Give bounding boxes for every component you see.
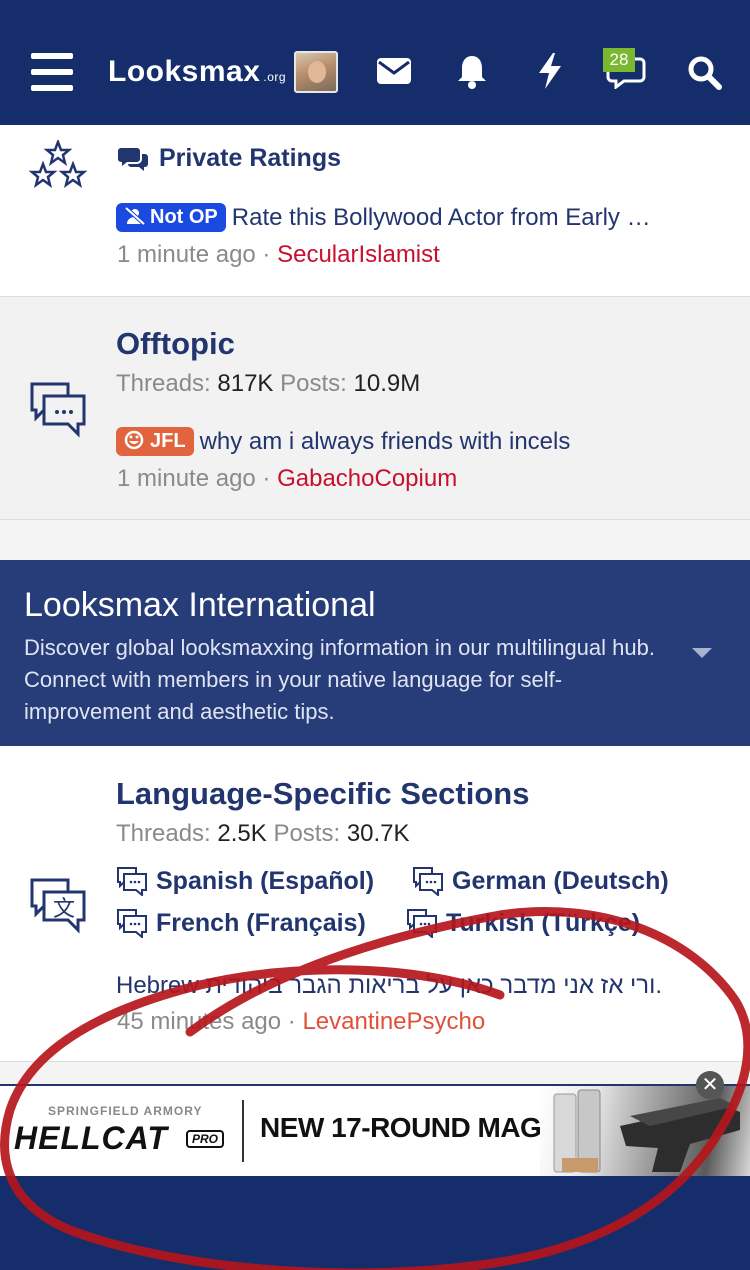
- forum-chat-icon: [413, 867, 443, 896]
- svg-text:文: 文: [53, 897, 75, 922]
- private-ratings-title[interactable]: Private Ratings: [117, 144, 341, 173]
- offtopic-thread-title: why am i always friends with incels: [199, 428, 571, 455]
- category-title[interactable]: Looksmax International: [24, 586, 376, 625]
- user-slash-icon: [124, 206, 146, 226]
- threads-value: 2.5K: [217, 820, 267, 847]
- subforum-label: Turkish (Türkçe): [446, 908, 641, 937]
- not-op-prefix-text: Not OP: [150, 206, 218, 228]
- private-ratings-meta: 1 minute ago · SecularIslamist: [117, 241, 440, 268]
- language-sections-stats: Threads: 2.5K Posts: 30.7K: [116, 820, 410, 848]
- logo-suffix: .org: [263, 70, 287, 84]
- language-sections-user[interactable]: LevantinePsycho: [302, 1008, 485, 1035]
- language-sections-title[interactable]: Language-Specific Sections: [116, 776, 529, 812]
- subforum-label: French (Français): [156, 908, 366, 937]
- language-sections-time: 45 minutes ago: [117, 1008, 282, 1035]
- private-ratings-latest-thread[interactable]: Not OP Rate this Bollywood Actor from Ear…: [116, 203, 651, 232]
- stars-icon: [28, 138, 88, 193]
- threads-label: Threads:: [116, 370, 211, 397]
- category-description: Discover global looksmaxxing information…: [24, 635, 655, 724]
- private-ratings-time: 1 minute ago: [117, 241, 256, 268]
- posts-label: Posts:: [280, 370, 347, 397]
- forum-chat-icon: [117, 867, 147, 896]
- bell-icon[interactable]: [455, 53, 491, 91]
- private-ratings-user[interactable]: SecularIslamist: [277, 241, 440, 268]
- subforum-french[interactable]: French (Français): [116, 908, 366, 938]
- offtopic-meta: 1 minute ago · GabachoCopium: [117, 465, 458, 492]
- ad-brand-pro: PRO: [186, 1130, 225, 1148]
- jfl-prefix-badge: JFL: [116, 427, 194, 456]
- forum-chat-icon: [407, 909, 437, 938]
- forum-chat-icon: [28, 380, 88, 443]
- notification-count-badge: 28: [603, 48, 635, 72]
- language-sections-meta: 45 minutes ago · LevantinePsycho: [117, 1008, 486, 1035]
- offtopic-time: 1 minute ago: [117, 465, 256, 492]
- forum-chat-icon: [117, 909, 147, 938]
- ad-brand-small: SPRINGFIELD ARMORY: [48, 1104, 203, 1118]
- language-sections-latest-thread[interactable]: Hebrew ורי אז אני מדבר כאן על בריאות הגב…: [116, 972, 716, 1000]
- threads-value: 817K: [217, 370, 274, 397]
- offtopic-stats: Threads: 817K Posts: 10.9M: [116, 370, 420, 398]
- posts-value: 10.9M: [353, 370, 421, 397]
- footer-navigation-band: [0, 1176, 750, 1270]
- subforum-spanish[interactable]: Spanish (Español): [116, 866, 374, 896]
- chevron-down-icon[interactable]: [690, 646, 714, 660]
- private-ratings-thread-title: Rate this Bollywood Actor from Early …: [231, 204, 651, 231]
- laugh-icon: [124, 430, 144, 450]
- ad-brand: HELLCAT: [14, 1120, 168, 1156]
- subforum-german[interactable]: German (Deutsch): [412, 866, 669, 896]
- translate-icon: 文: [28, 876, 88, 939]
- not-op-prefix-badge: Not OP: [116, 203, 226, 232]
- subforum-label: German (Deutsch): [452, 866, 669, 895]
- ad-product-image: [540, 1086, 750, 1176]
- menu-icon[interactable]: [31, 53, 73, 91]
- site-logo[interactable]: Looksmax .org: [108, 55, 286, 89]
- envelope-icon[interactable]: [376, 56, 414, 88]
- lightning-icon[interactable]: [536, 52, 572, 90]
- logo-text: Looksmax: [108, 55, 261, 88]
- offtopic-title[interactable]: Offtopic: [116, 326, 235, 362]
- close-icon[interactable]: ✕: [696, 1071, 724, 1099]
- search-icon[interactable]: [686, 54, 726, 94]
- subforum-label: Spanish (Español): [156, 866, 375, 895]
- posts-value: 30.7K: [346, 820, 410, 847]
- avatar[interactable]: [294, 51, 338, 93]
- posts-label: Posts:: [273, 820, 341, 847]
- comments-icon: [118, 147, 148, 171]
- jfl-prefix-text: JFL: [150, 430, 186, 452]
- subforum-turkish[interactable]: Turkish (Türkçe): [406, 908, 640, 938]
- private-ratings-label: Private Ratings: [159, 144, 342, 172]
- threads-label: Threads:: [116, 820, 211, 847]
- ad-divider: [242, 1100, 244, 1162]
- offtopic-user[interactable]: GabachoCopium: [277, 465, 457, 492]
- offtopic-latest-thread[interactable]: JFL why am i always friends with incels: [116, 427, 570, 456]
- page: Looksmax .org 28 Private Ratings Not OP Ra…: [0, 0, 750, 1270]
